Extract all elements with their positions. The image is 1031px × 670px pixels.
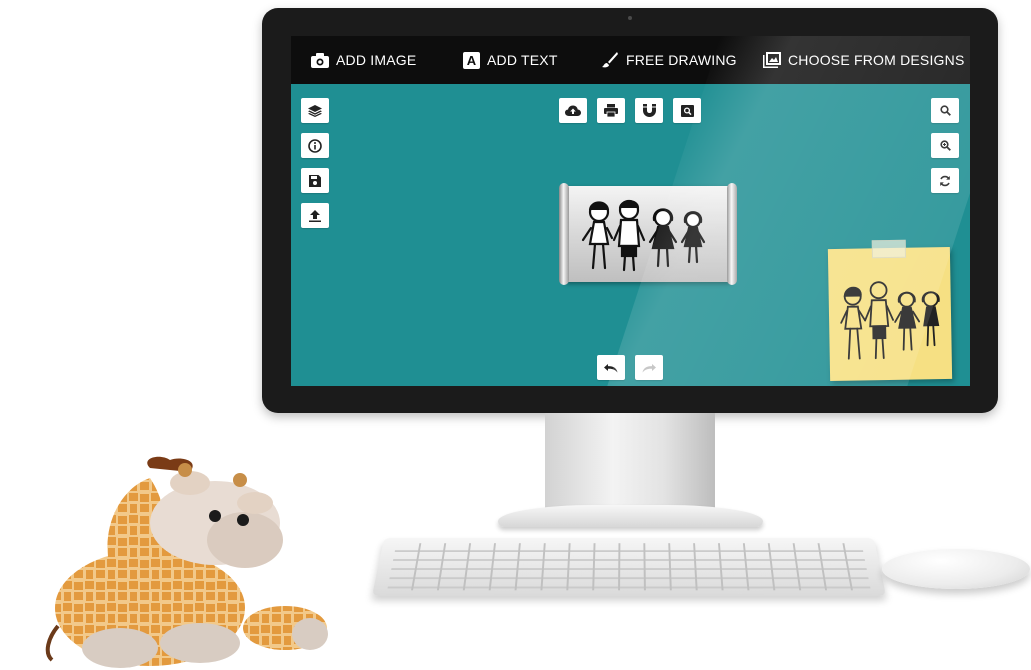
upload-button[interactable] xyxy=(301,203,329,228)
layers-icon xyxy=(308,104,322,117)
add-image-label: ADD IMAGE xyxy=(336,52,417,68)
save-button[interactable] xyxy=(301,168,329,193)
sticky-family-drawing xyxy=(840,281,940,360)
undo-button[interactable] xyxy=(597,355,625,380)
info-icon xyxy=(308,138,322,153)
zoom-in-button[interactable] xyxy=(931,98,959,123)
text-icon-letter: A xyxy=(466,52,477,68)
free-drawing-button[interactable]: FREE DRAWING xyxy=(601,36,737,84)
print-icon xyxy=(604,104,618,117)
add-text-label: ADD TEXT xyxy=(487,52,558,68)
save-icon xyxy=(309,174,321,187)
upload-icon xyxy=(309,209,321,222)
preview-button[interactable] xyxy=(673,98,701,123)
gallery-icon xyxy=(763,52,781,68)
cloud-upload-button[interactable] xyxy=(559,98,587,123)
preview-icon xyxy=(680,104,694,117)
tape-strip xyxy=(871,239,907,259)
choose-designs-label: CHOOSE FROM DESIGNS xyxy=(788,52,965,68)
camera-icon xyxy=(311,52,329,68)
keyboard xyxy=(372,538,886,596)
monitor: ADD IMAGE A ADD TEXT FREE DRAWING CHOOSE… xyxy=(262,8,998,413)
redo-button[interactable] xyxy=(635,355,663,380)
brush-icon xyxy=(601,51,619,69)
add-text-button[interactable]: A ADD TEXT xyxy=(463,36,558,84)
design-canvas[interactable] xyxy=(559,183,737,285)
keyboard-keys xyxy=(387,543,871,591)
layers-button[interactable] xyxy=(301,98,329,123)
monitor-base xyxy=(498,505,763,527)
app-screen: ADD IMAGE A ADD TEXT FREE DRAWING CHOOSE… xyxy=(291,36,970,386)
text-icon: A xyxy=(463,51,480,69)
giraffe-plush-toy xyxy=(45,456,328,668)
zoom-out-icon xyxy=(939,140,951,151)
info-button[interactable] xyxy=(301,133,329,158)
mouse xyxy=(882,549,1030,589)
refresh-button[interactable] xyxy=(931,168,959,193)
monitor-stand xyxy=(545,413,715,513)
webcam xyxy=(628,16,632,20)
family-drawing-image xyxy=(581,199,706,272)
sticky-note-design[interactable] xyxy=(827,239,953,382)
print-button[interactable] xyxy=(597,98,625,123)
add-image-button[interactable]: ADD IMAGE xyxy=(311,36,416,84)
undo-icon xyxy=(604,363,618,373)
zoom-out-button[interactable] xyxy=(931,133,959,158)
redo-icon xyxy=(642,363,656,373)
choose-from-designs-button[interactable]: CHOOSE FROM DESIGNS xyxy=(763,36,964,84)
free-drawing-label: FREE DRAWING xyxy=(626,52,737,68)
zoom-in-icon xyxy=(939,105,951,116)
refresh-icon xyxy=(939,175,951,187)
cloud-upload-icon xyxy=(565,105,581,116)
canvas-right-roller xyxy=(727,183,737,285)
canvas-left-roller xyxy=(559,183,569,285)
magnet-button[interactable] xyxy=(635,98,663,123)
magnet-icon xyxy=(642,104,656,117)
top-menu-bar: ADD IMAGE A ADD TEXT FREE DRAWING CHOOSE… xyxy=(291,36,970,84)
